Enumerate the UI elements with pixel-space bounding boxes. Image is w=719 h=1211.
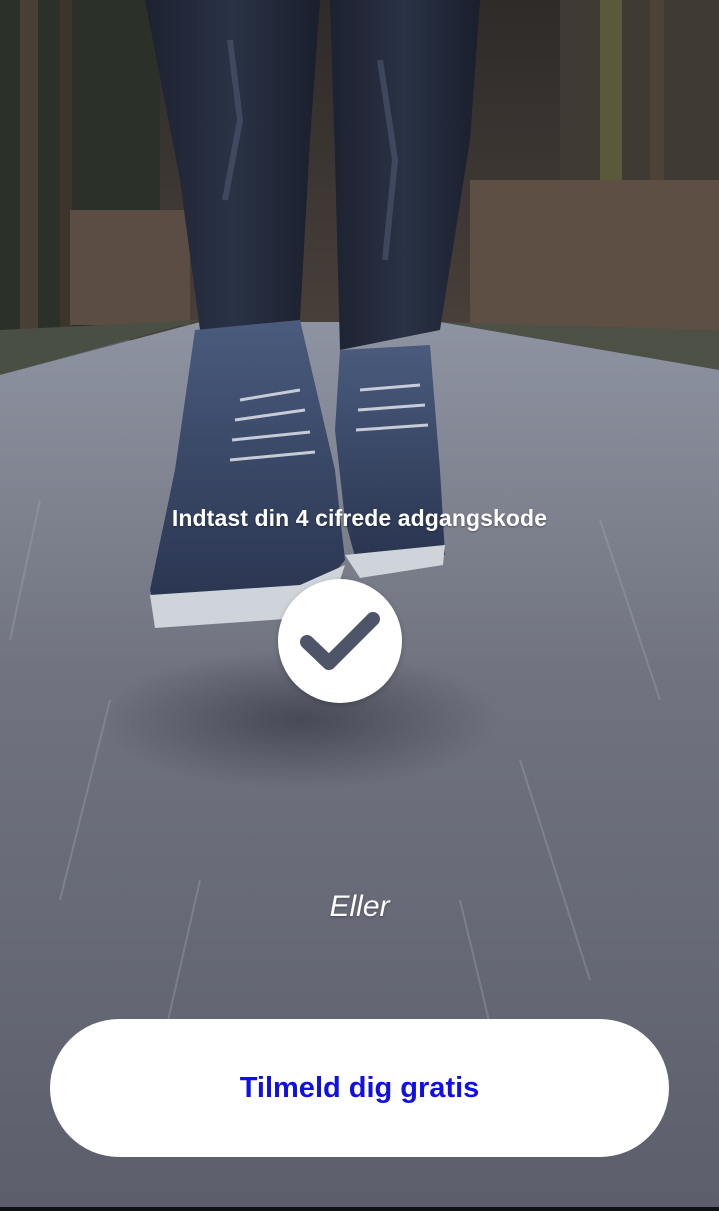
signup-free-button[interactable]: Tilmeld dig gratis (50, 1019, 669, 1157)
signup-label: Tilmeld dig gratis (239, 1071, 480, 1104)
submit-passcode-button[interactable] (278, 579, 402, 703)
or-separator: Eller (329, 890, 390, 923)
checkmark-icon (300, 612, 380, 670)
passcode-prompt: Indtast din 4 cifrede adgangskode (171, 505, 548, 531)
bottom-edge (0, 1207, 719, 1211)
